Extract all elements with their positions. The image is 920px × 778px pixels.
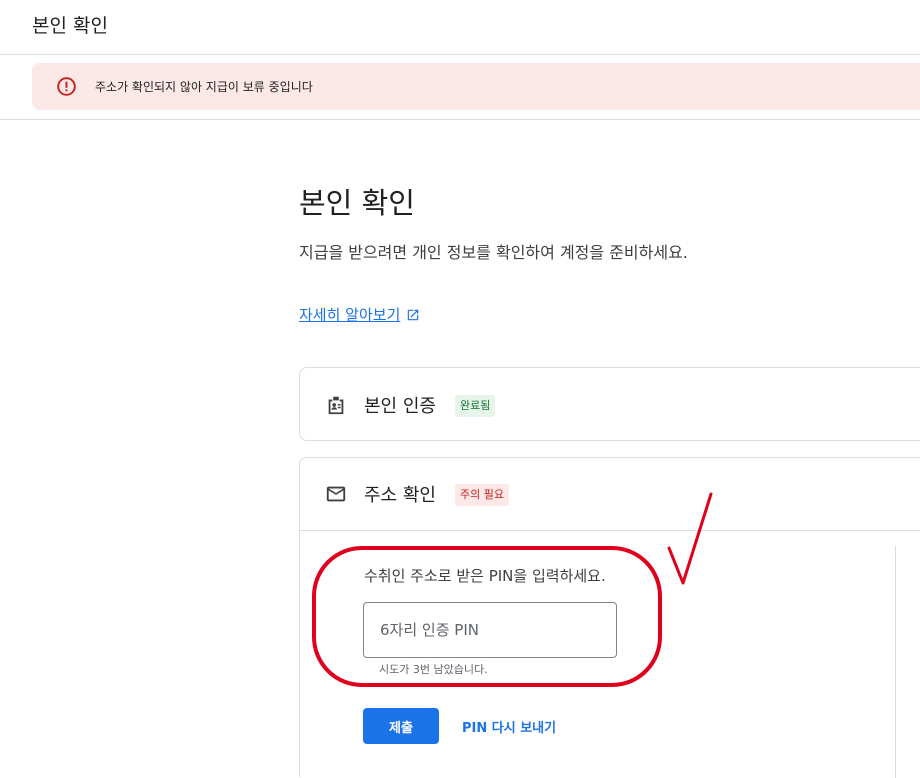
pin-prompt: 수취인 주소로 받은 PIN을 입력하세요. [364,567,606,585]
learn-more-label: 자세히 알아보기 [299,306,401,324]
status-badge: 주의 필요 [455,484,509,506]
page-description: 지급을 받으려면 개인 정보를 확인하여 계정을 준비하세요. [299,243,688,262]
alert-band: 주소가 확인되지 않아 지급이 보류 중입니다 [0,55,920,120]
page-header-title: 본인 확인 [32,15,108,37]
error-icon [57,77,76,96]
page-title: 본인 확인 [299,186,415,220]
identity-verification-card[interactable]: 본인 인증 완료됨 [299,367,920,441]
id-badge-icon [328,396,344,415]
alert-text: 주소가 확인되지 않아 지급이 보류 중입니다 [95,80,313,94]
learn-more-link[interactable]: 자세히 알아보기 [299,304,420,325]
top-bar: 본인 확인 [0,0,920,55]
status-badge: 완료됨 [455,395,496,417]
card-divider [300,530,920,531]
pin-input[interactable] [363,602,617,658]
attempts-remaining: 시도가 3번 남았습니다. [379,663,488,676]
mail-icon [326,486,346,502]
payment-hold-alert: 주소가 확인되지 않아 지급이 보류 중입니다 [32,63,920,110]
open-in-new-icon [408,309,419,320]
panel-divider [895,546,896,778]
identity-card-title: 본인 인증 [364,396,436,417]
submit-button[interactable]: 제출 [363,708,439,744]
address-verification-card: 주소 확인 주의 필요 수취인 주소로 받은 PIN을 입력하세요. 시도가 3… [299,457,920,778]
resend-pin-link[interactable]: PIN 다시 보내기 [462,717,556,736]
address-card-title: 주소 확인 [364,485,436,506]
